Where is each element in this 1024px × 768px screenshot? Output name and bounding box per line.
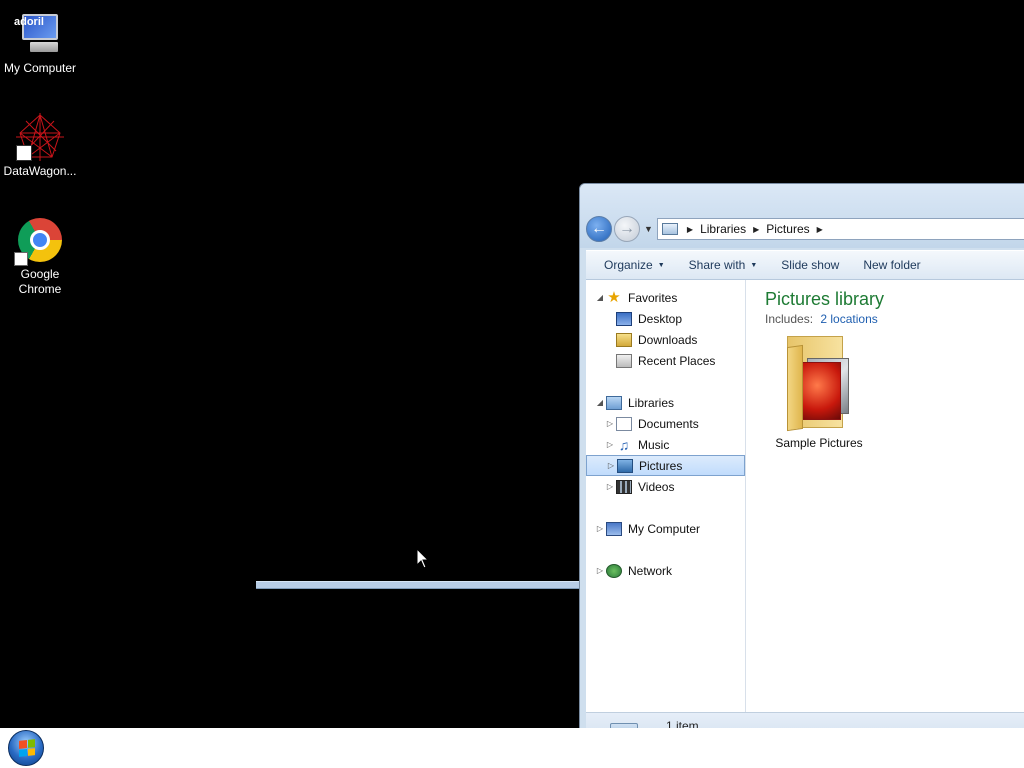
command-bar: Organize ▼ Share with ▼ Slide show New f… [586, 250, 1024, 280]
chevron-right-icon[interactable]: ▶ [817, 225, 823, 234]
expand-arrow-icon[interactable]: ▷ [594, 566, 606, 575]
new-folder-label: New folder [863, 258, 921, 272]
folder-item-sample-pictures[interactable]: Sample Pictures [771, 336, 867, 450]
tree-label: Documents [638, 416, 699, 431]
collapse-arrow-icon[interactable]: ◢ [594, 398, 606, 407]
desktop-icon-label: My Computer [3, 61, 77, 75]
recent-places-icon [616, 353, 632, 368]
tree-item-videos[interactable]: ▷ Videos [586, 476, 745, 497]
music-note-icon: ♫ [618, 436, 630, 453]
library-pictures-icon [661, 223, 678, 235]
downloads-icon [616, 332, 632, 347]
tree-item-recent-places[interactable]: Recent Places [586, 350, 745, 371]
new-folder-button[interactable]: New folder [851, 258, 932, 272]
tree-label: Videos [638, 479, 675, 494]
computer-icon [606, 521, 622, 536]
pictures-icon [617, 458, 633, 473]
tree-label: Network [628, 563, 673, 578]
start-button[interactable] [8, 730, 44, 766]
breadcrumb-libraries[interactable]: Libraries [700, 222, 746, 236]
desktop-icon-google-chrome[interactable]: Google Chrome [0, 216, 80, 297]
desktop-icon-my-computer[interactable]: adoril My Computer [0, 10, 80, 76]
tree-label: Libraries [628, 395, 675, 410]
taskbar [0, 728, 1024, 768]
star-icon: ★ [607, 288, 621, 306]
desktop-icon [616, 311, 632, 326]
tree-label: Desktop [638, 311, 683, 326]
tree-label: Recent Places [638, 353, 716, 368]
network-icon [606, 563, 622, 578]
datawagon-icon [16, 113, 64, 161]
address-bar[interactable]: ▶ Libraries ▶ Pictures ▶ [656, 218, 1024, 240]
desktop-icon-datawagon[interactable]: DataWagon... [0, 113, 80, 179]
expand-arrow-icon[interactable]: ▷ [604, 440, 616, 449]
library-title: Pictures library [765, 289, 885, 309]
videos-icon [616, 479, 632, 494]
breadcrumb-pictures[interactable]: Pictures [766, 222, 809, 236]
windows-logo-icon [19, 739, 35, 757]
slide-show-button[interactable]: Slide show [769, 258, 851, 272]
chevron-down-icon: ▼ [657, 261, 665, 269]
my-computer-icon: adoril [14, 10, 64, 58]
expand-arrow-icon[interactable]: ▷ [604, 419, 616, 428]
forward-button[interactable]: → [614, 216, 640, 242]
shortcut-arrow-icon [14, 252, 28, 266]
chevron-right-icon[interactable]: ▶ [687, 225, 693, 234]
folder-icon [783, 336, 855, 432]
tree-item-documents[interactable]: ▷ Documents [586, 413, 745, 434]
desktop-icon-label: DataWagon... [3, 164, 77, 178]
icon-overlay-text: adoril [14, 16, 44, 28]
tree-item-downloads[interactable]: Downloads [586, 329, 745, 350]
share-with-label: Share with [688, 258, 746, 272]
shortcut-badge-icon [16, 145, 32, 161]
window-drag-outline [256, 581, 580, 589]
tree-item-network[interactable]: ▷ Network [586, 560, 745, 581]
folder-label: Sample Pictures [775, 436, 863, 450]
expand-arrow-icon[interactable]: ▷ [605, 461, 617, 470]
tree-item-favorites[interactable]: ◢ ★ Favorites [586, 287, 745, 308]
navigation-bar: ← → ▼ ▶ Libraries ▶ Pictures ▶ [586, 216, 1024, 242]
tree-item-desktop[interactable]: Desktop [586, 308, 745, 329]
tree-label: My Computer [628, 521, 701, 536]
explorer-body: ◢ ★ Favorites Desktop Downloads Recent P… [586, 280, 1024, 712]
tree-item-my-computer[interactable]: ▷ My Computer [586, 518, 745, 539]
content-pane[interactable]: Pictures library Includes: 2 locations S… [747, 280, 1024, 712]
back-button[interactable]: ← [586, 216, 612, 242]
includes-label: Includes: [765, 312, 814, 326]
tree-item-music[interactable]: ▷ ♫ Music [586, 434, 745, 455]
tree-item-libraries[interactable]: ◢ Libraries [586, 392, 745, 413]
chevron-down-icon: ▼ [750, 261, 758, 269]
chrome-icon [14, 216, 64, 266]
tree-label: Music [638, 437, 670, 452]
collapse-arrow-icon[interactable]: ◢ [594, 293, 606, 302]
share-with-button[interactable]: Share with ▼ [677, 258, 770, 272]
slide-show-label: Slide show [781, 258, 840, 272]
navigation-pane: ◢ ★ Favorites Desktop Downloads Recent P… [586, 280, 746, 712]
documents-icon [616, 416, 632, 431]
expand-arrow-icon[interactable]: ▷ [604, 482, 616, 491]
library-includes: Includes: 2 locations [765, 312, 1024, 326]
libraries-icon [606, 395, 622, 410]
locations-link[interactable]: 2 locations [820, 312, 877, 326]
organize-button[interactable]: Organize ▼ [592, 258, 677, 272]
desktop-icon-label: Google Chrome [18, 267, 62, 296]
chevron-right-icon[interactable]: ▶ [753, 225, 759, 234]
mouse-cursor-icon [416, 548, 430, 569]
tree-label: Downloads [638, 332, 698, 347]
recent-pages-dropdown-icon[interactable]: ▼ [644, 224, 653, 234]
organize-label: Organize [604, 258, 653, 272]
tree-label: Pictures [639, 458, 683, 473]
tree-item-pictures[interactable]: ▷ Pictures [586, 455, 745, 476]
tree-label: Favorites [628, 290, 678, 305]
expand-arrow-icon[interactable]: ▷ [594, 524, 606, 533]
explorer-window[interactable]: ← → ▼ ▶ Libraries ▶ Pictures ▶ Organize … [579, 183, 1024, 743]
